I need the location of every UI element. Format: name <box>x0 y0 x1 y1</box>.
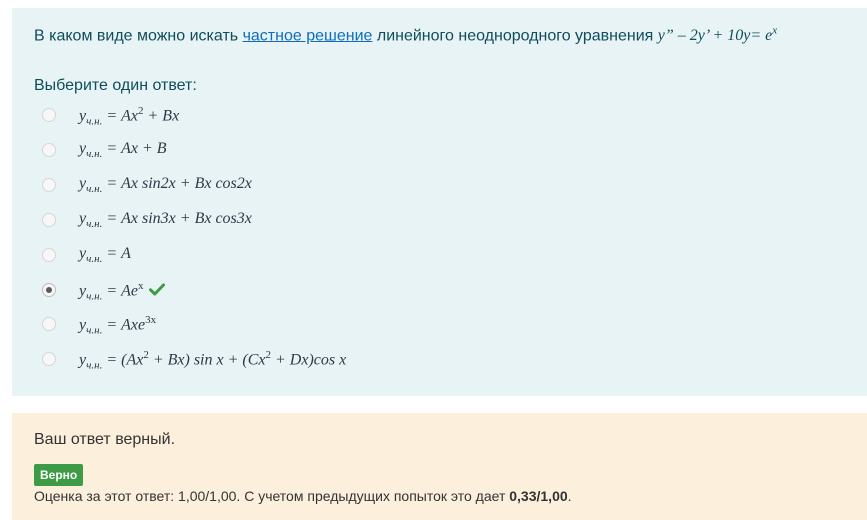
radio-button-selected[interactable] <box>42 283 56 297</box>
option-text: = Ax <box>102 107 138 125</box>
option-label[interactable]: yч.н. = Ax sin2x + Bx cos2x <box>79 175 252 195</box>
option-label[interactable]: yч.н. = Ax2 + Bx <box>79 105 179 128</box>
radio-button[interactable] <box>42 352 56 366</box>
option-tail: + Bx) sin x + (Cx <box>148 351 266 369</box>
option-text: = A <box>102 245 131 262</box>
option-label[interactable]: yч.н. = (Ax2 + Bx) sin x + (Cx2 + Dx)cos… <box>79 349 346 372</box>
radio-button[interactable] <box>42 108 56 122</box>
answer-option-7[interactable]: yч.н. = Axe3x <box>42 314 542 338</box>
equation-exponent: x <box>772 25 778 37</box>
particular-solution-link[interactable]: частное решение <box>243 27 373 44</box>
option-label[interactable]: yч.н. = A <box>79 245 131 265</box>
answer-option-8[interactable]: yч.н. = (Ax2 + Bx) sin x + (Cx2 + Dx)cos… <box>42 349 542 373</box>
option-superscript: 3x <box>145 314 157 326</box>
answer-option-4[interactable]: yч.н. = Ax sin3x + Bx cos3x <box>42 210 542 234</box>
option-subscript: ч.н. <box>86 359 103 372</box>
option-subscript: ч.н. <box>86 115 103 128</box>
question-equation: y” – 2y’ + 10y= ex <box>657 25 778 45</box>
option-label[interactable]: yч.н. = Axe3x <box>79 314 156 337</box>
option-label[interactable]: yч.н. = Aex <box>79 280 165 303</box>
option-tail: + Bx <box>143 107 180 125</box>
answer-prompt: Выберите один ответ: <box>34 77 197 94</box>
grade-value: 0,33/1,00 <box>509 488 568 504</box>
radio-button[interactable] <box>42 317 56 331</box>
correct-badge: Верно <box>34 464 84 486</box>
option-label[interactable]: yч.н. = Ax + B <box>79 140 167 160</box>
answer-option-3[interactable]: yч.н. = Ax sin2x + Bx cos2x <box>42 175 542 199</box>
grade-prefix: Оценка за этот ответ: 1,00/1,00. С учето… <box>34 488 510 504</box>
option-subscript: ч.н. <box>86 324 103 337</box>
check-icon <box>148 283 165 301</box>
feedback-box: Ваш ответ верный. Верно Оценка за этот о… <box>12 413 867 520</box>
option-label[interactable]: yч.н. = Ax sin3x + Bx cos3x <box>79 210 252 230</box>
option-text: = (Ax <box>102 351 144 369</box>
option-subscript: ч.н. <box>86 218 103 231</box>
answer-option-2[interactable]: yч.н. = Ax + B <box>42 140 542 164</box>
question-text-before: В каком виде можно искать <box>34 27 243 45</box>
option-subscript: ч.н. <box>86 253 103 266</box>
question-text: В каком виде можно искать частное решени… <box>34 25 777 45</box>
equation-base: y” – 2y’ + 10y= e <box>657 27 773 45</box>
radio-button[interactable] <box>42 213 56 227</box>
option-superscript: x <box>138 280 144 292</box>
feedback-message: Ваш ответ верный. <box>34 431 176 448</box>
grade-end: . <box>567 488 572 504</box>
radio-button[interactable] <box>42 143 56 157</box>
option-text: = Ax sin2x + Bx cos2x <box>102 175 252 192</box>
question-box: В каком виде можно искать частное решени… <box>12 8 867 396</box>
option-subscript: ч.н. <box>86 290 103 303</box>
option-text: = Ax sin3x + Bx cos3x <box>102 210 252 227</box>
radio-button[interactable] <box>42 248 56 262</box>
option-subscript: ч.н. <box>86 183 103 196</box>
option-text: = Ae <box>102 282 138 300</box>
radio-button[interactable] <box>42 178 56 192</box>
grade-text: Оценка за этот ответ: 1,00/1,00. С учето… <box>34 488 572 504</box>
option-tail-2: + Dx)cos x <box>271 351 347 369</box>
answer-option-1[interactable]: yч.н. = Ax2 + Bx <box>42 105 542 129</box>
answer-option-5[interactable]: yч.н. = A <box>42 245 542 269</box>
answer-option-6[interactable]: yч.н. = Aex <box>42 280 542 304</box>
option-subscript: ч.н. <box>86 148 103 161</box>
option-text: = Ax + B <box>102 140 167 157</box>
option-text: = Axe <box>102 316 146 334</box>
question-text-after: линейного неоднородного уравнения <box>372 27 658 45</box>
